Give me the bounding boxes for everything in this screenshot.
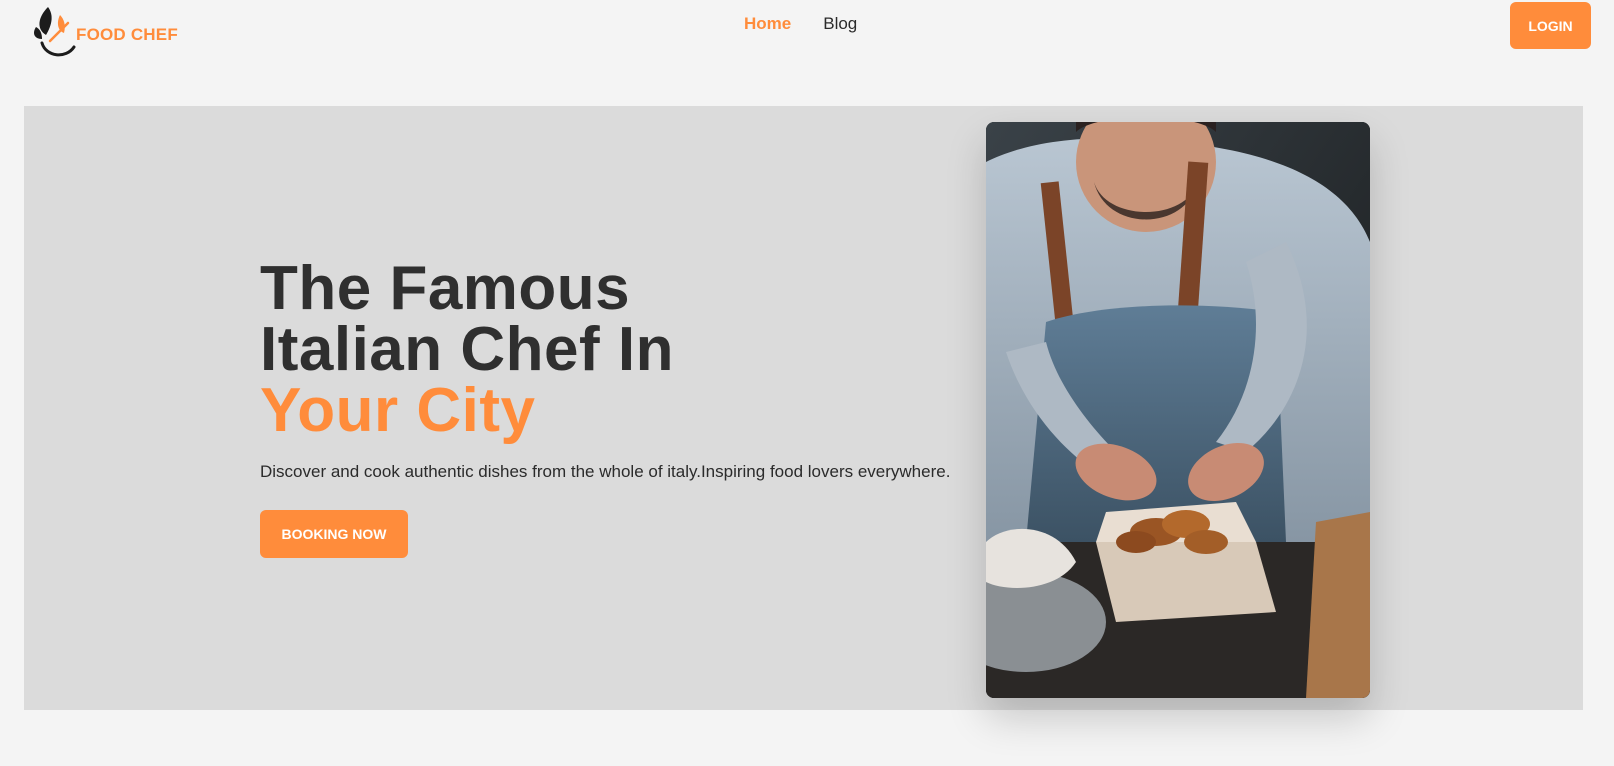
hero-description: Discover and cook authentic dishes from … — [260, 462, 951, 481]
login-button[interactable]: LOGIN — [1510, 2, 1591, 49]
chef-photo — [986, 122, 1370, 698]
site-header: FOOD CHEF Home Blog LOGIN — [0, 0, 1614, 70]
logo-text: FOOD CHEF — [76, 25, 178, 44]
hero-title: The Famous Italian Chef In Your City — [260, 254, 674, 445]
hero-title-line-2: Italian Chef In — [260, 315, 674, 384]
nav-home-link[interactable]: Home — [744, 14, 791, 34]
hero-title-line-1: The Famous — [260, 254, 631, 323]
logo[interactable]: FOOD CHEF — [30, 2, 190, 62]
hero-title-accent: Your City — [260, 376, 536, 445]
main-nav: Home Blog — [744, 14, 857, 34]
nav-blog-link[interactable]: Blog — [823, 14, 857, 34]
booking-now-button[interactable]: BOOKING NOW — [260, 510, 408, 558]
leaf-spoon-icon — [30, 3, 80, 61]
